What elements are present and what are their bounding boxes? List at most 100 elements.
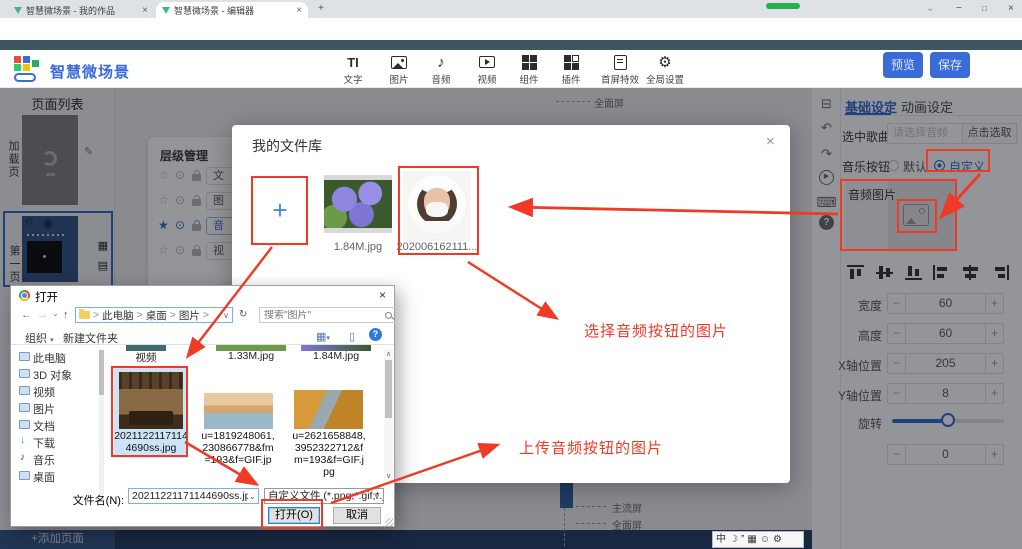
dialog-back-icon[interactable]: ← [21, 309, 32, 321]
screen: 智慧微场景 - 我的作品 × 智慧微场景 - 编辑器 × + ⌄ − □ × ←… [0, 0, 1022, 549]
annotation-text-select: 选择音频按钮的图片 [584, 320, 728, 341]
window-minimize-button[interactable]: − [956, 3, 962, 14]
text-tool-icon: TI [331, 54, 375, 70]
dialog-search-box[interactable] [259, 307, 397, 323]
browser-tab-my-works[interactable]: 智慧微场景 - 我的作品 × [8, 2, 154, 18]
green-status-pill [766, 3, 800, 9]
dialog-history-caret-icon[interactable]: ⌄ [52, 309, 59, 318]
file-area-scrollbar[interactable]: ∧ ∨ [384, 349, 393, 481]
nav-3d-objects[interactable]: 3D 对象 [33, 367, 72, 383]
tool-text[interactable]: TI 文字 [331, 54, 375, 86]
tab-title: 智慧微场景 - 编辑器 [174, 4, 254, 17]
filename-caret-icon[interactable]: ⌄ [249, 492, 256, 501]
annotation-text-upload: 上传音频按钮的图片 [519, 437, 663, 458]
upload-tile[interactable]: + [252, 177, 308, 244]
ime-punctuation-icon[interactable]: ” [741, 533, 744, 546]
autumn-thumbnail[interactable] [294, 390, 363, 429]
new-tab-button[interactable]: + [318, 3, 324, 14]
nav-scrollbar[interactable] [99, 350, 104, 500]
preview-button[interactable]: 预览 [883, 52, 923, 78]
tool-global-settings[interactable]: ⚙ 全局设置 [637, 54, 693, 86]
ime-settings-icon[interactable]: ⚙ [773, 533, 782, 546]
upload-plus-icon: + [272, 195, 287, 226]
library-item-nurse[interactable] [403, 171, 471, 241]
file-label[interactable]: 1.33M.jpg [216, 350, 286, 362]
browser-tab-editor[interactable]: 智慧微场景 - 编辑器 × [156, 2, 308, 18]
view-mode-icon[interactable]: ▦▾ [316, 330, 330, 343]
library-item-name: 202006162111... [392, 241, 482, 253]
nav-pictures[interactable]: 图片 [33, 401, 55, 417]
cancel-button[interactable]: 取消 [333, 507, 381, 524]
tab-close-icon[interactable]: × [142, 5, 148, 16]
library-item-name: 1.84M.jpg [312, 241, 404, 253]
plugins-tool-icon [549, 54, 593, 70]
tab-close-icon[interactable]: × [296, 5, 302, 16]
filetype-caret-icon[interactable]: ∨ [374, 492, 380, 501]
chrome-logo-icon [19, 290, 30, 301]
ime-emoji-icon[interactable]: ☺ [760, 533, 770, 546]
window-close-button[interactable]: × [1008, 3, 1014, 14]
dialog-close-icon[interactable]: × [379, 288, 386, 302]
open-button[interactable]: 打开(O) [268, 507, 320, 524]
flower-thumbnail [324, 180, 392, 228]
modal-title: 我的文件库 [252, 136, 322, 156]
nav-this-pc[interactable]: 此电脑 [33, 350, 66, 366]
scroll-up-icon[interactable]: ∧ [384, 350, 393, 358]
ime-soft-keyboard-icon[interactable]: ▦ [747, 533, 756, 546]
preview-pane-icon[interactable]: ▯ [349, 330, 355, 343]
dialog-refresh-icon[interactable]: ↻ [239, 309, 247, 320]
tab-title: 智慧微场景 - 我的作品 [26, 4, 115, 17]
browser-tab-strip: 智慧微场景 - 我的作品 × 智慧微场景 - 编辑器 × + ⌄ − □ × [0, 0, 1022, 18]
scroll-down-icon[interactable]: ∨ [384, 472, 393, 480]
nav-music[interactable]: 音乐 [33, 452, 55, 468]
nav-downloads[interactable]: 下载 [33, 435, 55, 451]
folder-icon [79, 311, 90, 319]
file-label[interactable]: 1.84M.jpg [301, 350, 371, 362]
search-input[interactable] [264, 310, 385, 321]
breadcrumb-item[interactable]: 桌面 [146, 308, 167, 323]
components-tool-icon [507, 54, 551, 70]
breadcrumb[interactable]: > 此电脑 > 桌面 > 图片 > ∨ [75, 307, 233, 323]
ime-halfwidth-moon-icon[interactable]: ☽ [729, 533, 738, 546]
downloads-icon: ↓ [20, 435, 25, 446]
modal-close-icon[interactable]: × [766, 133, 775, 150]
vue-favicon [14, 7, 22, 14]
open-file-dialog: 打开 × ← → ⌄ ↑ > 此电脑 > 桌面 > 图片 > ∨ ↻ 组织 ▾ … [10, 285, 395, 527]
resize-grip[interactable] [385, 518, 393, 526]
video-tool-icon [465, 54, 509, 70]
save-button[interactable]: 保存 [930, 52, 970, 78]
window-caret-icon[interactable]: ⌄ [926, 3, 934, 14]
dialog-title: 打开 [35, 289, 58, 305]
breadcrumb-caret-icon[interactable]: ∨ [223, 311, 229, 320]
filename-label: 文件名(N): [39, 492, 124, 508]
audio-tool-icon: ♪ [419, 54, 463, 70]
breadcrumb-item[interactable]: 此电脑 [102, 308, 134, 323]
tool-components[interactable]: 组件 [507, 54, 551, 86]
app-logo [12, 56, 42, 82]
tool-image[interactable]: 图片 [377, 54, 421, 86]
filename-input[interactable] [128, 488, 259, 504]
tool-plugins[interactable]: 插件 [549, 54, 593, 86]
search-icon [385, 312, 392, 319]
nav-videos[interactable]: 视频 [33, 384, 55, 400]
tool-audio[interactable]: ♪ 音频 [419, 54, 463, 86]
filetype-dropdown[interactable]: 自定义文件 (*.png;*.gif;*.jfif;*.j [264, 488, 384, 504]
nav-desktop[interactable]: 桌面 [33, 469, 55, 485]
dialog-help-icon: ? [369, 328, 382, 341]
file-label[interactable]: 视频 [126, 350, 166, 365]
dialog-forward-icon[interactable]: → [37, 309, 48, 321]
lake-thumbnail[interactable] [204, 393, 273, 429]
library-item-flower[interactable] [324, 175, 392, 233]
app-title: 智慧微场景 [50, 61, 130, 82]
dialog-up-icon[interactable]: ↑ [63, 309, 69, 321]
nav-documents[interactable]: 文档 [33, 418, 55, 434]
window-maximize-button[interactable]: □ [982, 4, 987, 13]
tool-video[interactable]: 视频 [465, 54, 509, 86]
nurse-thumbnail [408, 175, 466, 233]
browser-url-bar: ← → ↻ ms.kyk251.cn/#/editor/58e29f5ad385… [0, 18, 1022, 40]
ime-chinese-mode-icon[interactable]: 中 [716, 533, 726, 546]
ime-toolbar[interactable]: 图 中 ☽ ” ▦ ☺ ⚙ [712, 531, 804, 548]
global-settings-gear-icon: ⚙ [637, 54, 693, 70]
breadcrumb-item[interactable]: 图片 [179, 308, 200, 323]
restaurant-thumbnail[interactable] [119, 372, 183, 429]
